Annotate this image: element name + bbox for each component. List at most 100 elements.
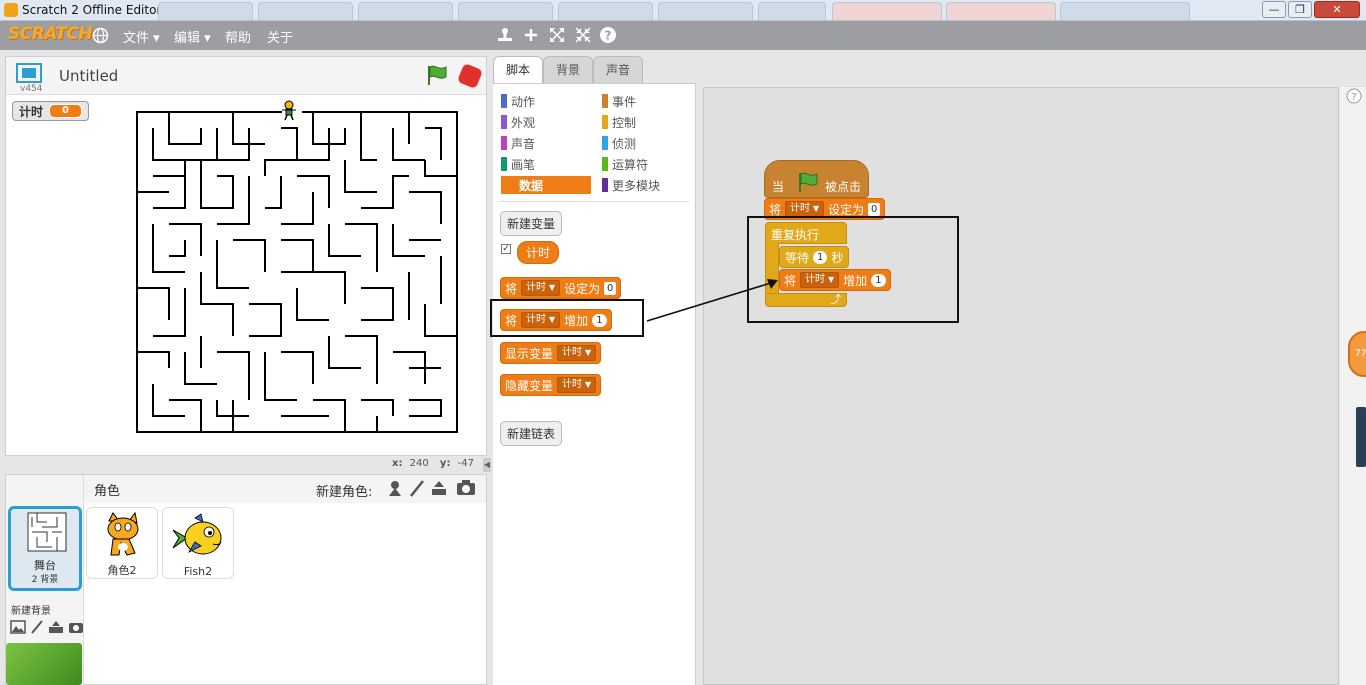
background-tab <box>758 2 826 20</box>
variable-dropdown[interactable]: 计时 ▼ <box>521 280 561 296</box>
make-variable-button[interactable]: 新建变量 <box>500 211 563 236</box>
backdrop-library-icon[interactable] <box>10 620 26 634</box>
player-sprite[interactable] <box>280 99 298 121</box>
sprite-name: 角色2 <box>107 564 137 577</box>
category-pen[interactable]: 画笔 <box>501 155 591 173</box>
upload-backdrop-icon[interactable] <box>48 620 64 634</box>
background-tab <box>658 2 753 20</box>
sprite-card[interactable]: 角色2 <box>86 507 158 579</box>
category-data[interactable]: 数据 <box>501 176 591 194</box>
green-flag-icon[interactable] <box>426 64 448 86</box>
paint-sprite-icon[interactable] <box>408 479 426 497</box>
maximize-button[interactable]: ❐ <box>1288 1 1312 18</box>
camera-backdrop-icon[interactable] <box>68 620 84 634</box>
variable-monitor[interactable]: 计时 0 <box>12 101 89 121</box>
background-tab <box>458 2 553 20</box>
category-events[interactable]: 事件 <box>602 92 692 110</box>
background-tab <box>832 2 942 20</box>
help-icon[interactable]: ? <box>1346 88 1362 104</box>
stage-thumbnail-image <box>27 512 67 552</box>
maze-sprite[interactable] <box>136 111 460 435</box>
duplicate-icon[interactable] <box>496 26 514 44</box>
category-operators[interactable]: 运算符 <box>602 155 692 173</box>
right-scroll-edge: ? 77 <box>1340 87 1366 685</box>
sprite-header: 角色 新建角色: <box>84 475 486 503</box>
scratch-logo[interactable]: SCRATCH <box>8 24 93 44</box>
shrink-icon[interactable] <box>574 26 592 44</box>
menu-about[interactable]: 关于 <box>267 27 293 46</box>
tab-backdrops[interactable]: 背景 <box>543 56 594 83</box>
camera-sprite-icon[interactable] <box>456 479 476 497</box>
title-bar: Scratch 2 Offline Editor — ❐ ✕ <box>0 0 1366 21</box>
stage-label: 舞台 <box>34 559 56 572</box>
stage-column: 舞台 2 背景 新建背景 <box>6 475 84 685</box>
background-tab <box>558 2 653 20</box>
variable-dropdown[interactable]: 计时 ▼ <box>785 201 825 217</box>
version-label: v454 <box>20 84 43 94</box>
menu-edit[interactable]: 编辑 ▾ <box>174 27 211 46</box>
background-tab <box>158 2 253 20</box>
sprite-panel: 舞台 2 背景 新建背景 角色 新建角色: 角色2 Fish2 <box>5 474 487 685</box>
value-input[interactable]: 0 <box>604 281 617 295</box>
category-list-right: 事件 控制 侦测 运算符 更多模块 <box>602 92 692 194</box>
stage-header: v454 Untitled <box>6 57 486 95</box>
monitor-label: 计时 <box>19 104 44 119</box>
x-label: x: <box>392 458 403 469</box>
category-control[interactable]: 控制 <box>602 113 692 131</box>
stage-backdrop-count: 2 背景 <box>31 575 59 585</box>
category-motion[interactable]: 动作 <box>501 92 591 110</box>
project-title[interactable]: Untitled <box>59 67 118 85</box>
presentation-mode-icon[interactable] <box>16 63 42 85</box>
sprite-card[interactable]: Fish2 <box>162 507 234 579</box>
upload-sprite-icon[interactable] <box>430 479 448 497</box>
paint-backdrop-icon[interactable] <box>30 620 44 634</box>
stage-panel: v454 Untitled 计时 0 <box>5 56 487 456</box>
sprite-name: Fish2 <box>183 565 213 578</box>
script-area[interactable]: 当 被点击 将 计时 ▼ 设定为 0 重复执行 ⤴ 等待 1 秒 将 计时 ▼ 增加… <box>703 87 1339 685</box>
delete-icon[interactable] <box>522 26 540 44</box>
sprites-title: 角色 <box>94 484 121 499</box>
show-variable-block[interactable]: 显示变量 计时 ▼ <box>500 342 602 364</box>
category-more-blocks[interactable]: 更多模块 <box>602 176 692 194</box>
category-looks[interactable]: 外观 <box>501 113 591 131</box>
new-backdrop-tools <box>10 620 84 634</box>
category-sensing[interactable]: 侦测 <box>602 134 692 152</box>
value-input[interactable]: 0 <box>868 202 881 216</box>
variable-dropdown[interactable]: 计时 ▼ <box>557 377 597 393</box>
stage-canvas[interactable]: 计时 0 <box>6 95 486 455</box>
menu-file[interactable]: 文件 ▾ <box>123 27 160 46</box>
globe-icon[interactable] <box>92 27 109 44</box>
grow-icon[interactable] <box>548 26 566 44</box>
help-icon[interactable]: ? <box>599 26 617 44</box>
menu-bar: SCRATCH 文件 ▾ 编辑 ▾ 帮助 关于 ? <box>0 21 1366 50</box>
when-flag-clicked-block[interactable]: 当 被点击 <box>764 160 869 198</box>
menu-tips[interactable]: 帮助 <box>225 27 251 46</box>
stop-button[interactable] <box>456 62 484 90</box>
x-value: 240 <box>409 458 429 469</box>
hide-variable-block[interactable]: 隐藏变量 计时 ▼ <box>500 374 602 396</box>
new-sprite-label: 新建角色: <box>316 485 373 500</box>
collapse-stage-icon[interactable]: ◀ <box>483 458 491 472</box>
side-badge[interactable]: 77 <box>1348 331 1366 377</box>
stage-thumbnail[interactable]: 舞台 2 背景 <box>8 506 82 591</box>
variable-reporter[interactable]: 计时 <box>517 241 560 264</box>
monitor-value: 0 <box>49 104 82 118</box>
scrollbar-thumb[interactable] <box>1356 407 1366 467</box>
window-title: Scratch 2 Offline Editor <box>22 3 162 17</box>
tab-sounds[interactable]: 声音 <box>593 56 644 83</box>
show-variable-checkbox[interactable]: ✓ <box>501 244 511 254</box>
annotation-arrow <box>646 279 778 322</box>
highlight-box <box>490 299 644 337</box>
app-icon <box>4 3 18 17</box>
y-label: y: <box>439 458 451 469</box>
new-backdrop-label: 新建背景 <box>11 606 51 617</box>
close-button[interactable]: ✕ <box>1314 1 1360 18</box>
backdrop-thumbnail[interactable] <box>6 643 82 685</box>
sprite-library-icon[interactable] <box>386 479 404 497</box>
tab-scripts[interactable]: 脚本 <box>493 56 544 84</box>
category-sound[interactable]: 声音 <box>501 134 591 152</box>
set-variable-block[interactable]: 将 计时 ▼ 设定为 0 <box>500 277 622 299</box>
variable-dropdown[interactable]: 计时 ▼ <box>557 345 597 361</box>
minimize-button[interactable]: — <box>1262 1 1286 18</box>
make-list-button[interactable]: 新建链表 <box>500 421 563 446</box>
